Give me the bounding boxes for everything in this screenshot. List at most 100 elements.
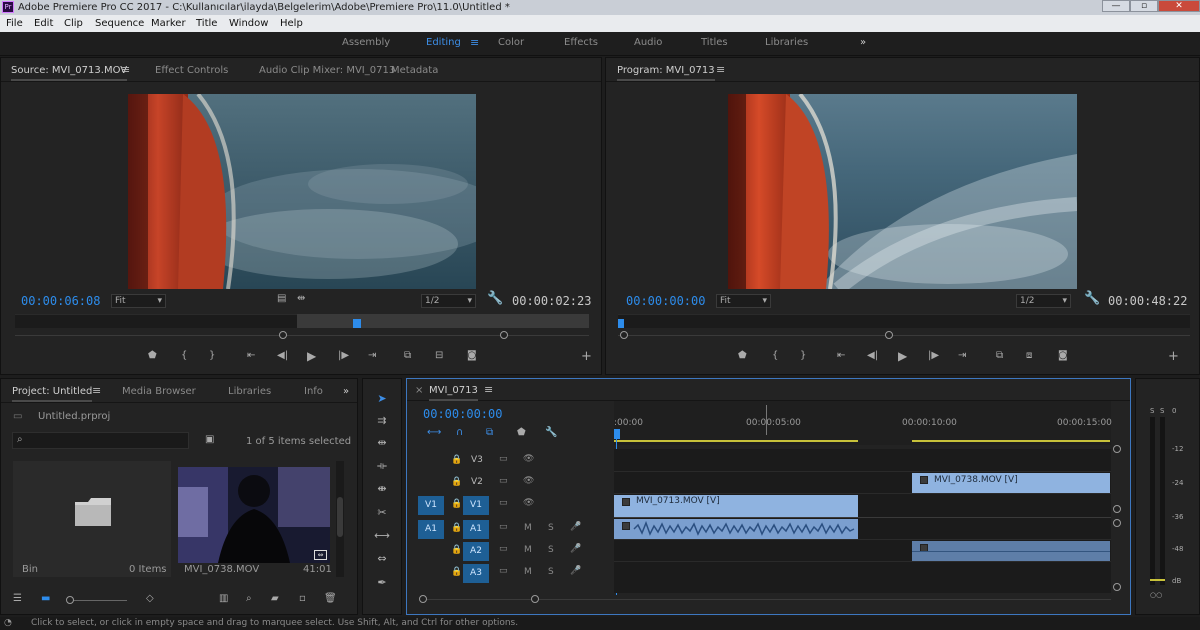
track-lock-icon[interactable]: 🔒 (451, 567, 462, 577)
source-timecode[interactable]: 00:00:06:08 (21, 294, 100, 308)
timeline-close-icon[interactable]: × (415, 385, 423, 396)
timeline-playhead[interactable] (614, 429, 620, 439)
menu-window[interactable]: Window (229, 15, 268, 32)
find-icon[interactable]: ⌕ (246, 593, 252, 604)
mute-button[interactable]: M (524, 523, 532, 533)
menu-edit[interactable]: Edit (34, 15, 53, 32)
timeline-menu-icon[interactable]: ≡ (484, 383, 493, 396)
video-track-scroll-handle-bottom[interactable] (1113, 505, 1121, 513)
timeline-zoom-handle-left[interactable] (419, 595, 427, 603)
clip-a2-audio[interactable] (912, 541, 1110, 561)
tab-info[interactable]: Info (304, 386, 323, 397)
tab-effect-controls[interactable]: Effect Controls (155, 65, 228, 76)
tab-libraries[interactable]: Libraries (228, 386, 271, 397)
menu-file[interactable]: File (6, 15, 23, 32)
add-marker-icon[interactable]: ⬟ (517, 427, 526, 438)
linked-selection-icon[interactable]: ⧉ (486, 427, 493, 438)
project-search-input[interactable]: ⌕ (12, 432, 189, 449)
tab-source[interactable]: Source: MVI_0713.MOV (11, 65, 128, 81)
tab-program[interactable]: Program: MVI_0713 (617, 65, 715, 81)
source-zoom-handle-left[interactable] (279, 331, 287, 339)
program-mark-in-icon[interactable]: { (772, 350, 778, 361)
clip-v1-mvi-0713[interactable]: MVI_0713.MOV [V] (614, 495, 858, 517)
program-step-back-icon[interactable]: ◀| (867, 350, 878, 361)
timeline-zoom-bar[interactable] (421, 599, 1111, 600)
source-marker-icon[interactable]: ⬟ (148, 350, 157, 361)
timeline-vertical-scroll[interactable] (1111, 445, 1125, 595)
work-area-bar-1[interactable] (614, 440, 858, 442)
source-step-back-icon[interactable]: ◀| (277, 350, 288, 361)
source-step-forward-icon[interactable]: |▶ (338, 350, 349, 361)
source-panel-menu-icon[interactable]: ≡ (121, 63, 130, 76)
track-sync-lock-icon[interactable]: ▭ (499, 566, 508, 576)
program-export-frame-icon[interactable]: ◙ (1058, 350, 1068, 361)
selection-tool-icon[interactable]: ➤ (374, 391, 390, 407)
workspace-color[interactable]: Color (498, 37, 524, 48)
track-eye-icon[interactable]: 👁 (523, 476, 534, 486)
program-mark-out-icon[interactable]: } (800, 350, 806, 361)
tab-project[interactable]: Project: Untitled (12, 386, 93, 402)
restore-icon[interactable]: ▫ (1130, 0, 1158, 12)
track-target-v1[interactable]: V1 (463, 496, 489, 515)
source-drag-icon[interactable]: ⇹ (297, 293, 305, 304)
thumbnail-size-handle[interactable] (66, 596, 74, 604)
meter-solo-icon[interactable]: ○○ (1150, 591, 1162, 599)
rolling-edit-tool-icon[interactable]: ⟛ (374, 458, 390, 474)
track-sync-lock-icon[interactable]: ▭ (499, 522, 508, 532)
source-playhead[interactable] (353, 319, 361, 328)
source-mark-in-icon[interactable]: { (181, 350, 187, 361)
source-patch-a1[interactable]: A1 (418, 520, 444, 539)
tab-media-browser[interactable]: Media Browser (122, 386, 196, 397)
program-video-frame[interactable] (728, 94, 1077, 289)
new-bin-icon[interactable]: ▰ (271, 593, 279, 604)
workspace-editing[interactable]: Editing (426, 37, 461, 48)
source-mark-out-icon[interactable]: } (209, 350, 215, 361)
source-add-button-icon[interactable]: + (581, 349, 592, 364)
track-lanes[interactable]: MVI_0738.MOV [V] MVI_0713.MOV [V] (614, 449, 1111, 593)
source-go-to-in-icon[interactable]: ⇤ (247, 350, 255, 361)
track-lock-icon[interactable]: 🔒 (451, 477, 462, 487)
project-panel-menu-icon[interactable]: ≡ (92, 384, 101, 397)
thumbnail-size-slider[interactable] (67, 600, 127, 601)
project-scrollbar-thumb[interactable] (337, 497, 343, 537)
track-target-a1[interactable]: A1 (463, 520, 489, 539)
snap-icon[interactable]: ∩ (456, 427, 463, 438)
timeline-zoom-handle-right[interactable] (531, 595, 539, 603)
tab-audio-clip-mixer[interactable]: Audio Clip Mixer: MVI_0713 (259, 65, 395, 76)
meter-solo-right[interactable]: S (1160, 407, 1164, 415)
program-marker-icon[interactable]: ⬟ (738, 350, 747, 361)
project-overflow-icon[interactable]: » (343, 386, 349, 397)
voiceover-mic-icon[interactable]: 🎤 (570, 566, 581, 576)
slip-tool-icon[interactable]: ⟷ (374, 528, 390, 544)
source-resolution-select[interactable]: 1/2 (421, 294, 476, 308)
sort-icons-icon[interactable]: ◇ (146, 593, 154, 604)
program-playhead[interactable] (618, 319, 624, 328)
minimize-icon[interactable]: — (1102, 0, 1130, 12)
meter-solo-left[interactable]: S (1150, 407, 1154, 415)
menu-clip[interactable]: Clip (64, 15, 83, 32)
mute-button[interactable]: M (524, 567, 532, 577)
source-settings-icon[interactable]: ▤ (277, 293, 286, 304)
workspace-overflow-icon[interactable]: » (860, 37, 866, 48)
clip-v2-mvi-0738[interactable]: MVI_0738.MOV [V] (912, 473, 1110, 493)
workspace-effects[interactable]: Effects (564, 37, 598, 48)
program-fit-select[interactable]: Fit (716, 294, 771, 308)
track-sync-lock-icon[interactable]: ▭ (499, 454, 508, 464)
pen-tool-icon[interactable]: ✒ (374, 575, 390, 591)
tab-metadata[interactable]: Metadata (391, 65, 438, 76)
source-insert-icon[interactable]: ⧉ (404, 350, 411, 361)
program-play-icon[interactable]: ▶ (898, 349, 907, 363)
track-lock-icon[interactable]: 🔒 (451, 499, 462, 509)
video-track-scroll-handle-top[interactable] (1113, 445, 1121, 453)
program-zoom-bar[interactable] (618, 335, 1190, 336)
timeline-timecode[interactable]: 00:00:00:00 (423, 407, 502, 421)
track-eye-icon[interactable]: 👁 (523, 454, 534, 464)
program-go-to-out-icon[interactable]: ⇥ (958, 350, 966, 361)
track-target-a2[interactable]: A2 (463, 542, 489, 561)
program-timecode[interactable]: 00:00:00:00 (626, 294, 705, 308)
tab-sequence[interactable]: MVI_0713 (429, 385, 478, 401)
icon-view-icon[interactable]: ▬ (41, 593, 50, 604)
menu-title[interactable]: Title (196, 15, 217, 32)
track-lock-icon[interactable]: 🔒 (451, 455, 462, 465)
audio-track-scroll-handle-bottom[interactable] (1113, 583, 1121, 591)
